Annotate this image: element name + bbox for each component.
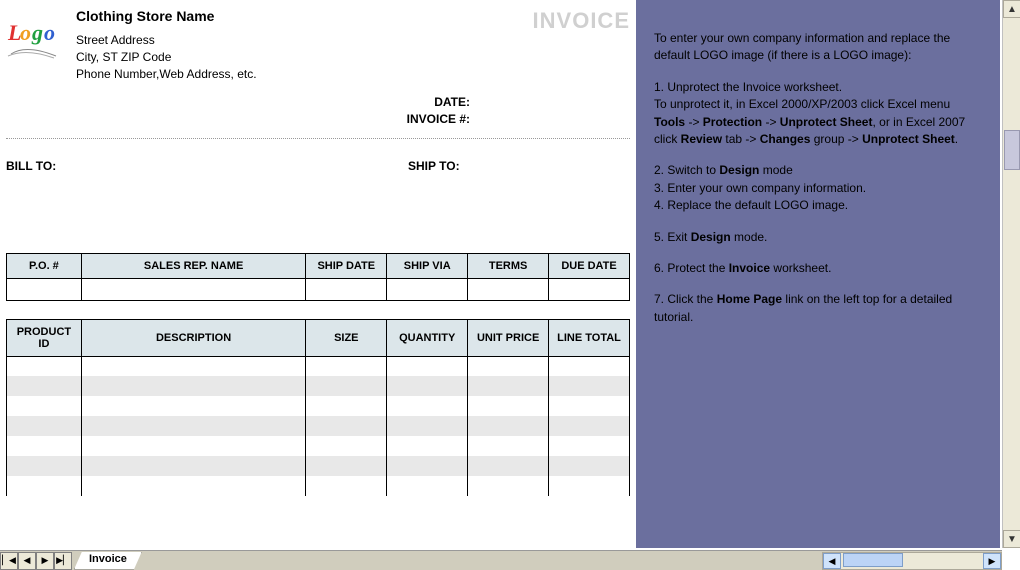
company-citystzip[interactable]: City, ST ZIP Code: [76, 49, 533, 66]
company-name[interactable]: Clothing Store Name: [76, 8, 533, 24]
tab-nav-last[interactable]: ▶▏: [54, 552, 72, 570]
cell-due[interactable]: [549, 278, 630, 300]
tab-nav-first[interactable]: ▏◀: [0, 552, 18, 570]
hscroll-thumb[interactable]: [843, 553, 903, 567]
header-shipdate: SHIP DATE: [306, 253, 387, 278]
cell-rep[interactable]: [81, 278, 306, 300]
company-street[interactable]: Street Address: [76, 32, 533, 49]
sheet-tab-invoice[interactable]: Invoice: [74, 552, 142, 570]
scroll-left-button[interactable]: ◀: [823, 553, 841, 569]
item-row[interactable]: [7, 376, 630, 396]
help-step-7: 7. Click the Home Page link on the left …: [654, 291, 982, 326]
header-total: LINE TOTAL: [549, 319, 630, 356]
logo-image: L o g o: [6, 14, 66, 64]
header-rep: SALES REP. NAME: [81, 253, 306, 278]
company-phone[interactable]: Phone Number,Web Address, etc.: [76, 66, 533, 83]
cell-shipvia[interactable]: [387, 278, 468, 300]
svg-text:o: o: [44, 20, 55, 45]
sheet-tab-strip[interactable]: ▏◀ ◀ ▶ ▶▏ Invoice ◀ ▶: [0, 550, 1002, 570]
tab-nav-next[interactable]: ▶: [36, 552, 54, 570]
ship-to-label: SHIP TO:: [228, 159, 630, 173]
header-terms: TERMS: [468, 253, 549, 278]
cell-terms[interactable]: [468, 278, 549, 300]
vertical-scrollbar[interactable]: ▲ ▼: [1002, 0, 1020, 548]
item-row[interactable]: [7, 436, 630, 456]
order-info-row[interactable]: [7, 278, 630, 300]
header-qty: QUANTITY: [387, 319, 468, 356]
header-desc: DESCRIPTION: [81, 319, 306, 356]
horizontal-scrollbar[interactable]: ◀ ▶: [822, 552, 1002, 570]
tab-nav-prev[interactable]: ◀: [18, 552, 36, 570]
help-step-6: 6. Protect the Invoice worksheet.: [654, 260, 982, 277]
cell-shipdate[interactable]: [306, 278, 387, 300]
header-po: P.O. #: [7, 253, 82, 278]
worksheet-area[interactable]: L o g o Clothing Store Name Street Addre…: [0, 0, 636, 550]
scroll-right-button[interactable]: ▶: [983, 553, 1001, 569]
item-row[interactable]: [7, 356, 630, 376]
invoice-title: INVOICE: [533, 4, 630, 34]
item-row[interactable]: [7, 456, 630, 476]
header-price: UNIT PRICE: [468, 319, 549, 356]
scroll-thumb[interactable]: [1004, 130, 1020, 170]
invoice-no-label: INVOICE #:: [407, 111, 470, 128]
help-steps-2-4: 2. Switch to Design mode 3. Enter your o…: [654, 162, 982, 214]
header-pid: PRODUCT ID: [7, 319, 82, 356]
help-panel: To enter your own company information an…: [636, 0, 1000, 548]
item-row[interactable]: [7, 396, 630, 416]
svg-text:g: g: [31, 20, 43, 45]
help-intro: To enter your own company information an…: [654, 30, 982, 65]
cell-po[interactable]: [7, 278, 82, 300]
date-label: DATE:: [407, 94, 470, 111]
help-step-1: 1. Unprotect the Invoice worksheet. To u…: [654, 79, 982, 149]
line-items-table[interactable]: PRODUCT ID DESCRIPTION SIZE QUANTITY UNI…: [6, 319, 630, 497]
bill-to-label: BILL TO:: [6, 159, 228, 173]
scroll-down-button[interactable]: ▼: [1003, 530, 1020, 548]
header-due: DUE DATE: [549, 253, 630, 278]
header-shipvia: SHIP VIA: [387, 253, 468, 278]
item-row[interactable]: [7, 476, 630, 496]
divider: [6, 138, 630, 139]
order-info-table[interactable]: P.O. # SALES REP. NAME SHIP DATE SHIP VI…: [6, 253, 630, 301]
scroll-up-button[interactable]: ▲: [1003, 0, 1020, 18]
item-row[interactable]: [7, 416, 630, 436]
help-step-5: 5. Exit Design mode.: [654, 229, 982, 246]
svg-text:o: o: [20, 20, 31, 45]
header-size: SIZE: [306, 319, 387, 356]
